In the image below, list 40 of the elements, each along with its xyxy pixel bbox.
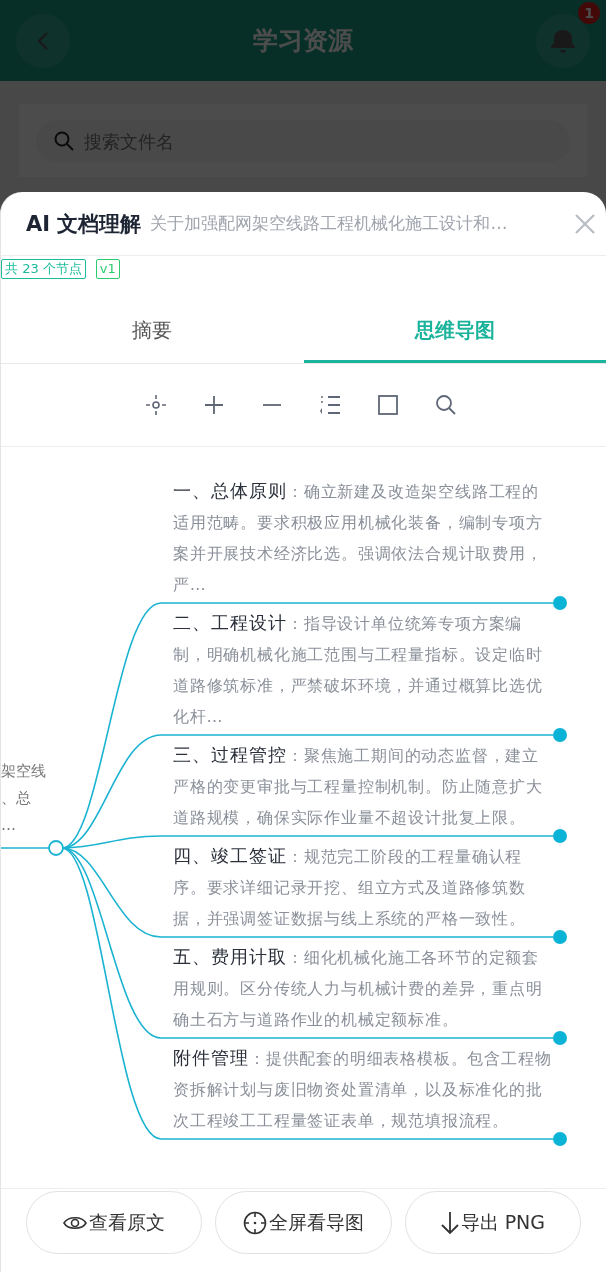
node-dot[interactable] [553, 1132, 567, 1146]
search-button[interactable] [434, 394, 457, 416]
search-icon [434, 394, 457, 416]
node-text: 附件管理：提供配套的明细表格模板。包含工程物资拆解计划与废旧物资处置清单，以及标准化的批次工程竣工工程量签证表单，规范填报流程。 [173, 1046, 553, 1132]
crosshair-icon [243, 1210, 267, 1235]
root-node[interactable] [48, 840, 64, 856]
root-line [1, 847, 50, 849]
node-text: 五、费用计取：细化机械化施工各环节的定额套用规则。区分传统人力与机械计费的差异，重点明确土石方与道路作业的机械定额标准。 [173, 945, 544, 1031]
node-dot[interactable] [553, 930, 567, 944]
close-button[interactable] [574, 212, 596, 235]
action-button[interactable]: 查看原文 [26, 1191, 203, 1254]
action-button[interactable]: 全屏看导图 [215, 1191, 392, 1254]
node-text: 四、竣工签证：规范完工阶段的工程量确认程序。要求详细记录开挖、组立方式及道路修筑数据，并强调签证数据与线上系统的严格一致性。 [173, 844, 527, 930]
close-icon [574, 212, 596, 235]
crosshair-icon [144, 394, 167, 416]
document-title: 关于加强配网架空线路工程机械化施工设计和… [150, 212, 509, 235]
node-text: 一、总体原则：确立新建及改造架空线路工程的适用范畴。要求积极应用机械化装备，编制专项方案并开展技术经济比选。强调依法合规计取费用，严… [173, 479, 544, 596]
zoom-in-button[interactable] [202, 394, 225, 416]
node-dot[interactable] [553, 596, 567, 610]
tag: 共 23 个节点 [1, 259, 86, 279]
list-icon [318, 394, 341, 416]
square-icon [376, 394, 399, 416]
tab[interactable]: 摘要 [1, 300, 304, 363]
center-target-button[interactable] [144, 394, 167, 416]
collapse-button[interactable] [318, 394, 341, 416]
sheet-title: AI 文档理解 [26, 210, 142, 238]
node-dot[interactable] [553, 829, 567, 843]
page-title: 学习资源 [253, 25, 353, 57]
zoom-out-button[interactable] [260, 403, 283, 407]
tag: v1 [95, 259, 120, 279]
down-arrow-icon [440, 1210, 459, 1235]
root-node-text: 架空线 、总 … [1, 761, 46, 836]
plus-icon [202, 394, 225, 416]
node-text: 三、过程管控：聚焦施工期间的动态监督，建立严格的变更审批与工程量控制机制。防止随意扩大道路规模，确保实际作业量不超设计批复上限。 [173, 743, 544, 829]
node-dot[interactable] [553, 728, 567, 742]
node-dot[interactable] [553, 1031, 567, 1045]
fit-view-button[interactable] [376, 394, 399, 416]
minus-icon [260, 403, 283, 407]
node-text: 二、工程设计：指导设计单位统筹专项方案编制，明确机械化施工范围与工程量指标。设定临时道路修筑标准，严禁破坏环境，并通过概算比选优化杆… [173, 611, 544, 728]
action-button[interactable]: 导出 PNG [404, 1191, 581, 1254]
